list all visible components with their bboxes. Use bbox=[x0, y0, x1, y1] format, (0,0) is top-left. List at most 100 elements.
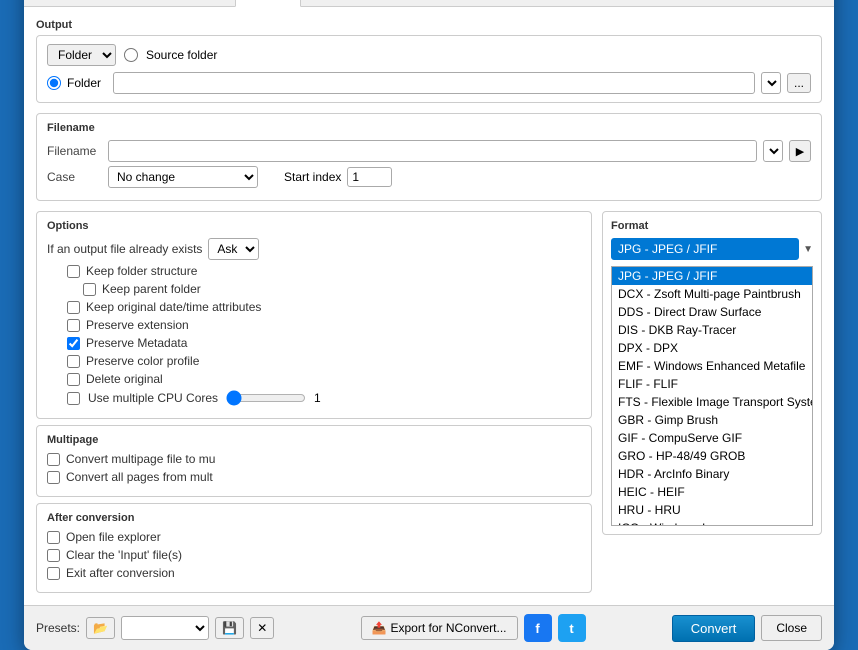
use-cpu-checkbox[interactable] bbox=[67, 392, 80, 405]
main-window: 🐾 XnConvert ─ □ ✕ Input: 1 file(s) Actio… bbox=[24, 0, 834, 650]
format-item-fts[interactable]: FTS - Flexible Image Transport System bbox=[612, 393, 812, 411]
format-item-jpg-top[interactable]: JPG - JPEG / JFIF bbox=[612, 267, 812, 285]
format-list: JPG - JPEG / JFIF DCX - Zsoft Multi-page… bbox=[611, 266, 813, 526]
folder-path-input[interactable]: C:\Users\Downloads bbox=[113, 72, 755, 94]
output-section-label: Output bbox=[36, 19, 822, 31]
exit-after-label: Exit after conversion bbox=[66, 566, 175, 580]
preserve-ext-row: Preserve extension bbox=[67, 318, 581, 332]
export-button[interactable]: 📤 Export for NConvert... bbox=[361, 616, 518, 640]
format-item-dis[interactable]: DIS - DKB Ray-Tracer bbox=[612, 321, 812, 339]
if-exists-select[interactable]: Ask bbox=[208, 238, 259, 260]
folder-label: Folder bbox=[67, 76, 107, 90]
format-item-emf[interactable]: EMF - Windows Enhanced Metafile bbox=[612, 357, 812, 375]
clear-input-row: Clear the 'Input' file(s) bbox=[47, 548, 581, 562]
format-selected-display[interactable]: JPG - JPEG / JFIF bbox=[611, 238, 799, 260]
facebook-button[interactable]: f bbox=[524, 614, 552, 642]
right-panel: Format JPG - JPEG / JFIF ▼ JPG - JPEG / … bbox=[602, 211, 822, 593]
cpu-value: 1 bbox=[314, 391, 321, 405]
format-item-dds[interactable]: DDS - Direct Draw Surface bbox=[612, 303, 812, 321]
twitter-button[interactable]: t bbox=[558, 614, 586, 642]
filename-row: Filename my jpg image ▶ bbox=[47, 140, 811, 162]
format-item-flif[interactable]: FLIF - FLIF bbox=[612, 375, 812, 393]
exit-after-row: Exit after conversion bbox=[47, 566, 581, 580]
preserve-color-checkbox[interactable] bbox=[67, 355, 80, 368]
open-explorer-row: Open file explorer bbox=[47, 530, 581, 544]
if-exists-label: If an output file already exists bbox=[47, 242, 202, 256]
output-type-select[interactable]: Folder bbox=[47, 44, 116, 66]
format-item-ico[interactable]: ICO - Windows Icon bbox=[612, 519, 812, 526]
tab-input[interactable]: Input: 1 file(s) bbox=[32, 0, 135, 6]
format-item-gbr[interactable]: GBR - Gimp Brush bbox=[612, 411, 812, 429]
format-item-dpx[interactable]: DPX - DPX bbox=[612, 339, 812, 357]
preset-delete-button[interactable]: ✕ bbox=[250, 617, 274, 639]
convert-button[interactable]: Convert bbox=[672, 615, 756, 642]
delete-original-row: Delete original bbox=[67, 372, 581, 386]
preset-open-button[interactable]: 📂 bbox=[86, 617, 115, 639]
close-button[interactable]: Close bbox=[761, 615, 822, 641]
export-icon: 📤 bbox=[372, 621, 387, 635]
use-cpu-label: Use multiple CPU Cores bbox=[88, 391, 218, 405]
after-conversion-section: After conversion Open file explorer Clea… bbox=[36, 503, 592, 593]
filename-arrow-button[interactable]: ▶ bbox=[789, 140, 811, 162]
content-area: Output Folder Source folder Folder C:\Us… bbox=[24, 7, 834, 605]
keep-parent-checkbox[interactable] bbox=[83, 283, 96, 296]
convert-all-pages-label: Convert all pages from mult bbox=[66, 470, 213, 484]
delete-original-checkbox[interactable] bbox=[67, 373, 80, 386]
format-item-hru[interactable]: HRU - HRU bbox=[612, 501, 812, 519]
case-select[interactable]: No change bbox=[108, 166, 258, 188]
browse-button[interactable]: ... bbox=[787, 73, 811, 93]
open-explorer-checkbox[interactable] bbox=[47, 531, 60, 544]
if-exists-row: If an output file already exists Ask bbox=[47, 238, 581, 260]
convert-multipage-checkbox[interactable] bbox=[47, 453, 60, 466]
format-item-gif[interactable]: GIF - CompuServe GIF bbox=[612, 429, 812, 447]
preserve-ext-checkbox[interactable] bbox=[67, 319, 80, 332]
format-item-hdr[interactable]: HDR - ArcInfo Binary bbox=[612, 465, 812, 483]
multipage-label: Multipage bbox=[47, 434, 581, 446]
format-section: Format JPG - JPEG / JFIF ▼ JPG - JPEG / … bbox=[602, 211, 822, 535]
convert-all-pages-checkbox[interactable] bbox=[47, 471, 60, 484]
filename-input[interactable]: my jpg image bbox=[108, 140, 757, 162]
filename-section: Filename Filename my jpg image ▶ Case No… bbox=[36, 113, 822, 201]
folder-path-dropdown[interactable] bbox=[761, 72, 781, 94]
preserve-color-label: Preserve color profile bbox=[86, 354, 199, 368]
left-panel: Options If an output file already exists… bbox=[36, 211, 592, 593]
format-item-gro[interactable]: GRO - HP-48/49 GROB bbox=[612, 447, 812, 465]
folder-radio[interactable] bbox=[47, 76, 61, 90]
clear-input-checkbox[interactable] bbox=[47, 549, 60, 562]
cpu-slider[interactable] bbox=[226, 390, 306, 406]
presets-label: Presets: bbox=[36, 621, 80, 635]
keep-date-row: Keep original date/time attributes bbox=[67, 300, 581, 314]
keep-date-checkbox[interactable] bbox=[67, 301, 80, 314]
tab-about[interactable]: About bbox=[444, 0, 505, 6]
format-section-label: Format bbox=[611, 220, 813, 232]
preserve-ext-label: Preserve extension bbox=[86, 318, 189, 332]
open-explorer-label: Open file explorer bbox=[66, 530, 161, 544]
source-folder-radio[interactable] bbox=[124, 48, 138, 62]
tab-settings[interactable]: Settings bbox=[369, 0, 442, 6]
filename-dropdown[interactable] bbox=[763, 140, 783, 162]
tab-bar: Input: 1 file(s) Actions [0/0] Output St… bbox=[24, 0, 834, 7]
preserve-metadata-checkbox[interactable] bbox=[67, 337, 80, 350]
keep-parent-row: Keep parent folder bbox=[83, 282, 581, 296]
tab-output[interactable]: Output bbox=[235, 0, 301, 7]
cpu-row: Use multiple CPU Cores 1 bbox=[67, 390, 581, 406]
tab-status[interactable]: Status bbox=[303, 0, 367, 6]
preserve-metadata-row: Preserve Metadata bbox=[67, 336, 581, 350]
case-label: Case bbox=[47, 170, 102, 184]
main-area: Options If an output file already exists… bbox=[36, 211, 822, 593]
preserve-color-row: Preserve color profile bbox=[67, 354, 581, 368]
folder-path-row: Folder C:\Users\Downloads ... bbox=[47, 72, 811, 94]
tab-actions[interactable]: Actions [0/0] bbox=[137, 0, 233, 6]
keep-folder-checkbox[interactable] bbox=[67, 265, 80, 278]
folder-type-row: Folder Source folder bbox=[47, 44, 811, 66]
format-item-dcx[interactable]: DCX - Zsoft Multi-page Paintbrush bbox=[612, 285, 812, 303]
folder-section: Folder Source folder Folder C:\Users\Dow… bbox=[36, 35, 822, 103]
case-row: Case No change Start index bbox=[47, 166, 811, 188]
filename-section-label: Filename bbox=[47, 122, 811, 134]
start-index-input[interactable] bbox=[347, 167, 392, 187]
preserve-metadata-label: Preserve Metadata bbox=[86, 336, 187, 350]
preset-save-button[interactable]: 💾 bbox=[215, 617, 244, 639]
format-item-heic[interactable]: HEIC - HEIF bbox=[612, 483, 812, 501]
exit-after-checkbox[interactable] bbox=[47, 567, 60, 580]
preset-select[interactable] bbox=[121, 616, 209, 640]
